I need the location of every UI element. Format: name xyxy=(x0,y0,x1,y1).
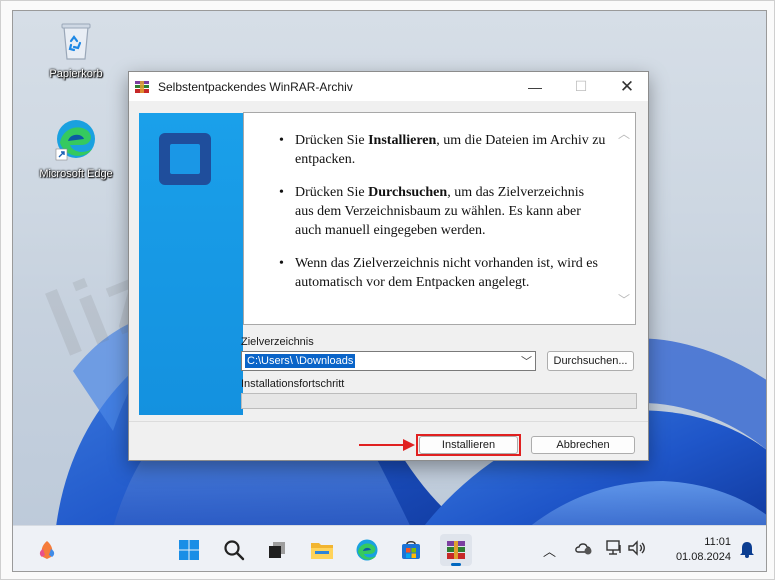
info-text-box: Drücken Sie Installieren, um die Dateien… xyxy=(243,112,636,325)
destination-value: C:\Users\ \Downloads xyxy=(245,354,356,368)
dialog-titlebar[interactable]: Selbstentpackendes WinRAR-Archiv — ☐ ✕ xyxy=(129,72,648,101)
file-explorer-icon[interactable] xyxy=(306,534,338,566)
clock-date: 01.08.2024 xyxy=(675,551,731,563)
chevron-up-icon[interactable]: ︿ xyxy=(543,541,556,560)
start-icon[interactable] xyxy=(173,534,205,566)
annotation-arrow-icon xyxy=(359,439,415,451)
active-indicator xyxy=(451,563,461,566)
copilot-icon[interactable] xyxy=(31,534,63,566)
maximize-button[interactable]: ☐ xyxy=(558,72,604,101)
side-banner xyxy=(139,113,243,415)
info-item-browse: Drücken Sie Durchsuchen, um das Zielverz… xyxy=(278,183,606,240)
info-text-bold: Installieren xyxy=(368,133,437,148)
info-text: Drücken Sie xyxy=(295,185,369,200)
button-row-separator xyxy=(129,421,648,422)
desktop-icon-edge[interactable]: Microsoft Edge xyxy=(31,117,121,180)
system-clock[interactable]: 11:01 01.08.2024 xyxy=(673,535,731,565)
progress-label: Installationsfortschritt xyxy=(241,378,345,390)
recycle-bin-icon xyxy=(31,21,121,64)
clock-time: 11:01 xyxy=(704,536,731,548)
destination-label: Zielverzeichnis xyxy=(241,336,314,348)
network-icon[interactable] xyxy=(605,539,623,560)
cancel-button[interactable]: Abbrechen xyxy=(531,436,635,454)
onedrive-icon[interactable] xyxy=(575,540,593,559)
info-list: Drücken Sie Installieren, um die Dateien… xyxy=(278,131,606,306)
info-text: Drücken Sie xyxy=(295,133,369,148)
scroll-up-icon[interactable]: ︿ xyxy=(617,127,631,141)
desktop-icon-label: Papierkorb xyxy=(49,68,103,80)
dialog-title: Selbstentpackendes WinRAR-Archiv xyxy=(158,79,353,94)
winrar-logo-icon xyxy=(159,133,211,185)
chevron-down-icon[interactable]: ﹀ xyxy=(521,353,532,369)
install-progress-bar xyxy=(241,393,637,409)
info-text-bold: Durchsuchen xyxy=(368,185,448,200)
edge-icon xyxy=(31,117,121,164)
desktop: lizenzstar.de Papierkorb xyxy=(12,10,767,572)
taskbar: ︿ 11:01 01.08.2024 xyxy=(13,525,766,571)
destination-input[interactable]: C:\Users\ \Downloads ﹀ xyxy=(241,351,536,371)
desktop-icon-recycle-bin[interactable]: Papierkorb xyxy=(31,21,121,80)
minimize-button[interactable]: — xyxy=(512,72,558,101)
scroll-down-icon[interactable]: ﹀ xyxy=(617,293,631,307)
desktop-icon-label: Microsoft Edge xyxy=(39,168,113,180)
info-text: Wenn das Zielverzeichnis nicht vorhanden… xyxy=(295,256,598,290)
install-button[interactable]: Installieren xyxy=(419,436,518,454)
screenshot-frame: lizenzstar.de Papierkorb xyxy=(0,0,775,580)
winrar-icon[interactable] xyxy=(440,534,472,566)
close-button[interactable]: ✕ xyxy=(604,72,650,101)
edge-icon[interactable] xyxy=(351,534,383,566)
info-item-install: Drücken Sie Installieren, um die Dateien… xyxy=(278,131,606,169)
search-icon[interactable] xyxy=(218,534,250,566)
info-item-create: Wenn das Zielverzeichnis nicht vorhanden… xyxy=(278,254,606,292)
volume-icon[interactable] xyxy=(627,539,647,560)
notification-bell-icon[interactable] xyxy=(739,540,755,561)
winrar-icon xyxy=(135,80,149,93)
sfx-dialog: Selbstentpackendes WinRAR-Archiv — ☐ ✕ D… xyxy=(128,71,649,461)
browse-button[interactable]: Durchsuchen... xyxy=(547,351,634,371)
task-view-icon[interactable] xyxy=(261,534,293,566)
store-icon[interactable] xyxy=(395,534,427,566)
